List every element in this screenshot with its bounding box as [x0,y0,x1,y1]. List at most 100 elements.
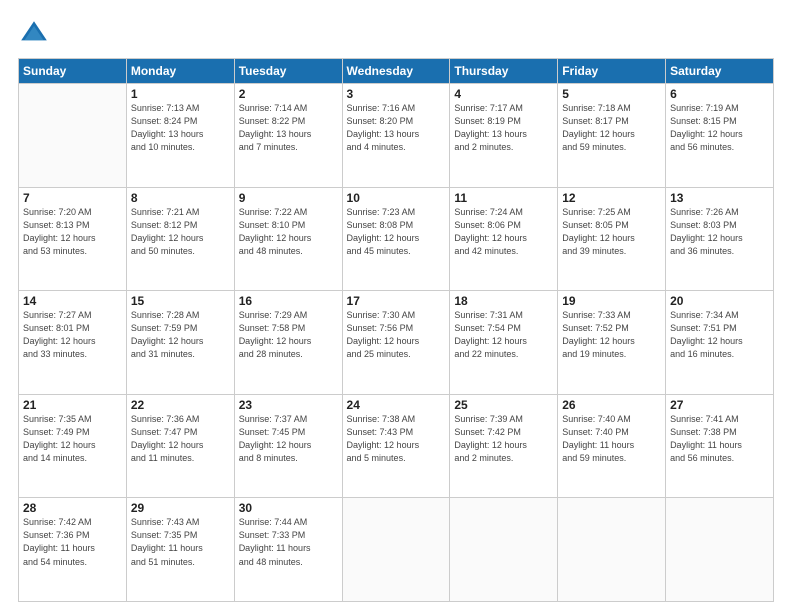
day-cell: 11Sunrise: 7:24 AM Sunset: 8:06 PM Dayli… [450,187,558,291]
day-number: 23 [239,398,338,412]
day-number: 26 [562,398,661,412]
day-cell: 27Sunrise: 7:41 AM Sunset: 7:38 PM Dayli… [666,394,774,498]
col-header-wednesday: Wednesday [342,59,450,84]
logo [18,18,54,50]
day-cell: 23Sunrise: 7:37 AM Sunset: 7:45 PM Dayli… [234,394,342,498]
day-cell: 20Sunrise: 7:34 AM Sunset: 7:51 PM Dayli… [666,291,774,395]
day-cell: 24Sunrise: 7:38 AM Sunset: 7:43 PM Dayli… [342,394,450,498]
col-header-friday: Friday [558,59,666,84]
day-info: Sunrise: 7:26 AM Sunset: 8:03 PM Dayligh… [670,206,769,258]
week-row-4: 21Sunrise: 7:35 AM Sunset: 7:49 PM Dayli… [19,394,774,498]
day-cell: 29Sunrise: 7:43 AM Sunset: 7:35 PM Dayli… [126,498,234,602]
day-number: 6 [670,87,769,101]
col-header-tuesday: Tuesday [234,59,342,84]
day-number: 28 [23,501,122,515]
day-info: Sunrise: 7:34 AM Sunset: 7:51 PM Dayligh… [670,309,769,361]
page: SundayMondayTuesdayWednesdayThursdayFrid… [0,0,792,612]
week-row-3: 14Sunrise: 7:27 AM Sunset: 8:01 PM Dayli… [19,291,774,395]
day-info: Sunrise: 7:24 AM Sunset: 8:06 PM Dayligh… [454,206,553,258]
day-info: Sunrise: 7:44 AM Sunset: 7:33 PM Dayligh… [239,516,338,568]
day-info: Sunrise: 7:36 AM Sunset: 7:47 PM Dayligh… [131,413,230,465]
day-cell: 6Sunrise: 7:19 AM Sunset: 8:15 PM Daylig… [666,84,774,188]
day-cell [19,84,127,188]
day-number: 30 [239,501,338,515]
col-header-thursday: Thursday [450,59,558,84]
day-number: 8 [131,191,230,205]
day-number: 18 [454,294,553,308]
day-cell: 10Sunrise: 7:23 AM Sunset: 8:08 PM Dayli… [342,187,450,291]
day-cell: 8Sunrise: 7:21 AM Sunset: 8:12 PM Daylig… [126,187,234,291]
day-number: 22 [131,398,230,412]
day-info: Sunrise: 7:16 AM Sunset: 8:20 PM Dayligh… [347,102,446,154]
day-number: 17 [347,294,446,308]
day-number: 19 [562,294,661,308]
day-info: Sunrise: 7:39 AM Sunset: 7:42 PM Dayligh… [454,413,553,465]
day-info: Sunrise: 7:21 AM Sunset: 8:12 PM Dayligh… [131,206,230,258]
day-cell: 17Sunrise: 7:30 AM Sunset: 7:56 PM Dayli… [342,291,450,395]
day-info: Sunrise: 7:38 AM Sunset: 7:43 PM Dayligh… [347,413,446,465]
day-info: Sunrise: 7:27 AM Sunset: 8:01 PM Dayligh… [23,309,122,361]
day-info: Sunrise: 7:28 AM Sunset: 7:59 PM Dayligh… [131,309,230,361]
day-info: Sunrise: 7:18 AM Sunset: 8:17 PM Dayligh… [562,102,661,154]
day-cell: 25Sunrise: 7:39 AM Sunset: 7:42 PM Dayli… [450,394,558,498]
day-info: Sunrise: 7:19 AM Sunset: 8:15 PM Dayligh… [670,102,769,154]
day-cell: 22Sunrise: 7:36 AM Sunset: 7:47 PM Dayli… [126,394,234,498]
day-cell: 1Sunrise: 7:13 AM Sunset: 8:24 PM Daylig… [126,84,234,188]
day-cell: 16Sunrise: 7:29 AM Sunset: 7:58 PM Dayli… [234,291,342,395]
day-number: 4 [454,87,553,101]
day-number: 25 [454,398,553,412]
day-cell: 19Sunrise: 7:33 AM Sunset: 7:52 PM Dayli… [558,291,666,395]
header [18,18,774,50]
day-info: Sunrise: 7:23 AM Sunset: 8:08 PM Dayligh… [347,206,446,258]
day-number: 2 [239,87,338,101]
day-cell [558,498,666,602]
day-number: 21 [23,398,122,412]
day-info: Sunrise: 7:20 AM Sunset: 8:13 PM Dayligh… [23,206,122,258]
day-cell [342,498,450,602]
day-number: 9 [239,191,338,205]
day-number: 29 [131,501,230,515]
calendar: SundayMondayTuesdayWednesdayThursdayFrid… [18,58,774,602]
day-number: 5 [562,87,661,101]
day-info: Sunrise: 7:17 AM Sunset: 8:19 PM Dayligh… [454,102,553,154]
day-info: Sunrise: 7:43 AM Sunset: 7:35 PM Dayligh… [131,516,230,568]
col-header-sunday: Sunday [19,59,127,84]
day-number: 3 [347,87,446,101]
day-cell: 28Sunrise: 7:42 AM Sunset: 7:36 PM Dayli… [19,498,127,602]
day-info: Sunrise: 7:22 AM Sunset: 8:10 PM Dayligh… [239,206,338,258]
day-cell: 5Sunrise: 7:18 AM Sunset: 8:17 PM Daylig… [558,84,666,188]
day-cell: 26Sunrise: 7:40 AM Sunset: 7:40 PM Dayli… [558,394,666,498]
day-cell [666,498,774,602]
day-number: 12 [562,191,661,205]
day-info: Sunrise: 7:37 AM Sunset: 7:45 PM Dayligh… [239,413,338,465]
day-cell: 3Sunrise: 7:16 AM Sunset: 8:20 PM Daylig… [342,84,450,188]
day-number: 16 [239,294,338,308]
day-cell: 7Sunrise: 7:20 AM Sunset: 8:13 PM Daylig… [19,187,127,291]
day-number: 11 [454,191,553,205]
week-row-1: 1Sunrise: 7:13 AM Sunset: 8:24 PM Daylig… [19,84,774,188]
day-cell: 30Sunrise: 7:44 AM Sunset: 7:33 PM Dayli… [234,498,342,602]
day-number: 1 [131,87,230,101]
day-cell: 15Sunrise: 7:28 AM Sunset: 7:59 PM Dayli… [126,291,234,395]
day-cell [450,498,558,602]
day-info: Sunrise: 7:29 AM Sunset: 7:58 PM Dayligh… [239,309,338,361]
day-number: 27 [670,398,769,412]
col-header-monday: Monday [126,59,234,84]
logo-icon [18,18,50,50]
day-cell: 2Sunrise: 7:14 AM Sunset: 8:22 PM Daylig… [234,84,342,188]
week-row-5: 28Sunrise: 7:42 AM Sunset: 7:36 PM Dayli… [19,498,774,602]
day-cell: 18Sunrise: 7:31 AM Sunset: 7:54 PM Dayli… [450,291,558,395]
day-info: Sunrise: 7:40 AM Sunset: 7:40 PM Dayligh… [562,413,661,465]
day-info: Sunrise: 7:41 AM Sunset: 7:38 PM Dayligh… [670,413,769,465]
day-number: 15 [131,294,230,308]
day-cell: 9Sunrise: 7:22 AM Sunset: 8:10 PM Daylig… [234,187,342,291]
calendar-header-row: SundayMondayTuesdayWednesdayThursdayFrid… [19,59,774,84]
day-info: Sunrise: 7:33 AM Sunset: 7:52 PM Dayligh… [562,309,661,361]
day-info: Sunrise: 7:30 AM Sunset: 7:56 PM Dayligh… [347,309,446,361]
day-cell: 13Sunrise: 7:26 AM Sunset: 8:03 PM Dayli… [666,187,774,291]
day-number: 7 [23,191,122,205]
day-info: Sunrise: 7:25 AM Sunset: 8:05 PM Dayligh… [562,206,661,258]
day-info: Sunrise: 7:14 AM Sunset: 8:22 PM Dayligh… [239,102,338,154]
day-number: 10 [347,191,446,205]
day-number: 20 [670,294,769,308]
